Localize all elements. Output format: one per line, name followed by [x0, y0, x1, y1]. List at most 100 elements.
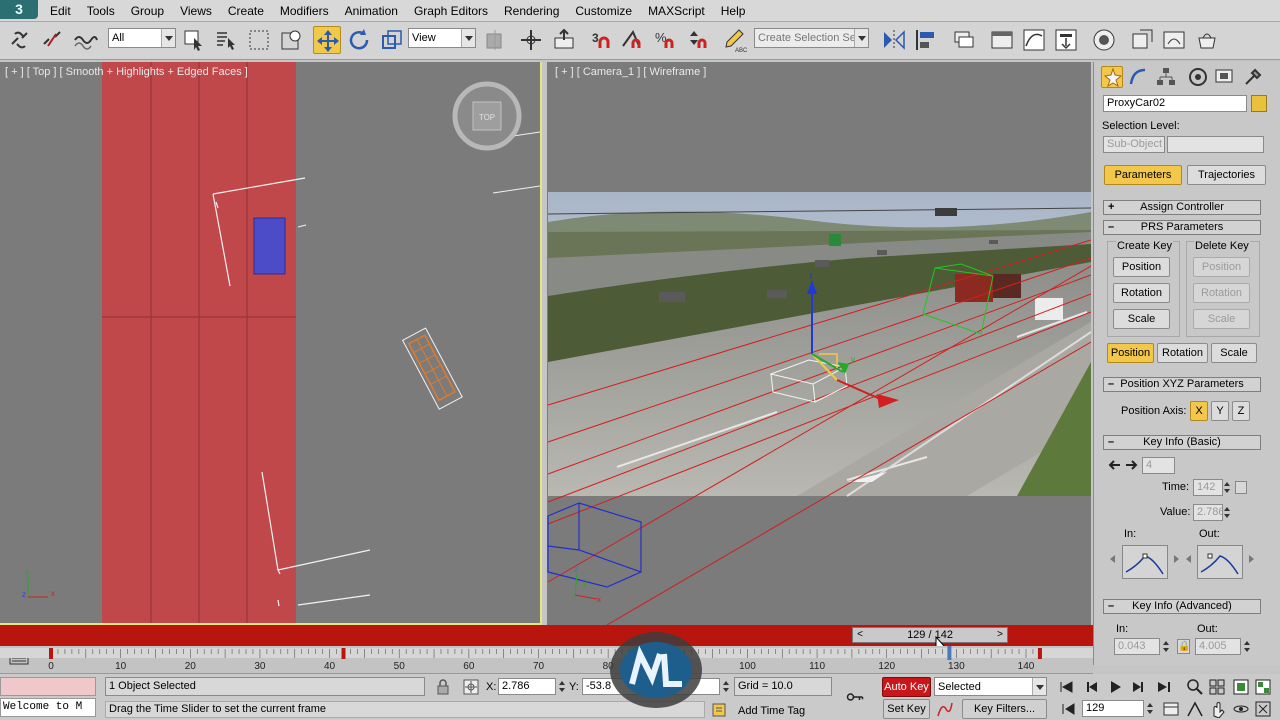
maxscript-mini-listener-top[interactable] — [0, 677, 96, 696]
mirror-icon[interactable] — [880, 26, 908, 54]
key-value-field[interactable]: 2.786 — [1193, 504, 1223, 521]
absolute-mode-icon[interactable] — [462, 678, 480, 696]
delete-rotation-key-button[interactable]: Rotation — [1193, 283, 1250, 303]
prs-mode-scale-button[interactable]: Scale — [1211, 343, 1257, 363]
animation-key[interactable] — [49, 648, 53, 659]
auto-key-button[interactable]: Auto Key — [882, 677, 931, 697]
key-info-basic-rollout[interactable]: – Key Info (Basic) — [1103, 435, 1261, 450]
camera-viewport-label[interactable]: [ + ] [ Camera_1 ] [ Wireframe ] — [555, 66, 706, 78]
previous-frame-icon[interactable] — [1083, 678, 1101, 696]
time-slider[interactable]: < 129 / 142 > — [852, 627, 1008, 643]
go-to-start-icon[interactable] — [1057, 678, 1075, 696]
select-and-scale-icon[interactable] — [378, 26, 406, 54]
object-color-swatch[interactable] — [1251, 95, 1267, 112]
render-production-icon[interactable] — [1193, 26, 1221, 54]
axis-x-button[interactable]: X — [1190, 401, 1208, 421]
next-frame-icon[interactable] — [1129, 678, 1147, 696]
menu-views[interactable]: Views — [172, 0, 220, 22]
key-filter-selection-select[interactable]: Selected — [934, 677, 1047, 696]
curve-editor-icon[interactable] — [1020, 26, 1048, 54]
render-setup-icon[interactable] — [1128, 26, 1156, 54]
maxscript-mini-listener[interactable]: Welcome to M — [0, 698, 96, 717]
tab-trajectories[interactable]: Trajectories — [1187, 165, 1266, 185]
menu-customize[interactable]: Customize — [567, 0, 640, 22]
menu-create[interactable]: Create — [220, 0, 272, 22]
axis-z-button[interactable]: Z — [1232, 401, 1250, 421]
menu-tools[interactable]: Tools — [79, 0, 123, 22]
schematic-view-icon[interactable] — [1052, 26, 1080, 54]
track-bar[interactable]: 0102030405060708090100110120130140 — [0, 646, 1093, 674]
key-time-spinner[interactable] — [1222, 479, 1232, 496]
time-slider-prev-arrow[interactable]: < — [853, 628, 867, 642]
hierarchy-tab-icon[interactable] — [1155, 66, 1177, 88]
z-coord-spinner[interactable] — [721, 678, 731, 695]
display-tab-icon[interactable] — [1213, 66, 1235, 88]
key-time-field[interactable]: 142 — [1193, 479, 1223, 496]
select-by-name-icon[interactable] — [212, 26, 240, 54]
animation-key[interactable] — [1037, 648, 1042, 659]
out-tangent-prev-arrow[interactable] — [1186, 555, 1191, 563]
zoom-extents-all-icon[interactable] — [1254, 678, 1272, 696]
in-tangent-button[interactable] — [1122, 545, 1168, 579]
out-tangent-next-arrow[interactable] — [1249, 555, 1254, 563]
rendered-frame-icon[interactable] — [1160, 26, 1188, 54]
current-frame-spinner[interactable] — [1145, 700, 1155, 717]
utilities-tab-icon[interactable] — [1242, 66, 1264, 88]
zoom-icon[interactable] — [1186, 678, 1204, 696]
edit-named-selections-icon[interactable]: ABC — [721, 26, 749, 54]
select-and-rotate-icon[interactable] — [345, 26, 373, 54]
advanced-in-field[interactable]: 0.043 — [1114, 638, 1160, 655]
menu-group[interactable]: Group — [123, 0, 172, 22]
key-value-spinner[interactable] — [1222, 504, 1232, 521]
advanced-in-spinner[interactable] — [1161, 638, 1171, 655]
time-slider-next-arrow[interactable]: > — [993, 628, 1007, 642]
material-editor-icon[interactable] — [1090, 26, 1118, 54]
position-xyz-parameters-rollout[interactable]: – Position XYZ Parameters — [1103, 377, 1261, 392]
add-time-tag[interactable]: Add Time Tag — [738, 705, 805, 717]
rectangular-region-icon[interactable] — [245, 26, 273, 54]
spinner-snap-icon[interactable] — [684, 26, 712, 54]
application-button[interactable]: 3 — [0, 0, 38, 19]
create-position-key-button[interactable]: Position — [1113, 257, 1170, 277]
zoom-all-icon[interactable] — [1208, 678, 1226, 696]
next-key-icon[interactable] — [1122, 456, 1140, 474]
selection-lock-icon[interactable] — [434, 678, 452, 696]
layer-manager-icon[interactable] — [951, 26, 979, 54]
out-tangent-button[interactable] — [1197, 545, 1243, 579]
default-tangent-icon[interactable] — [936, 700, 954, 718]
menu-animation[interactable]: Animation — [337, 0, 406, 22]
assign-controller-rollout[interactable]: + Assign Controller — [1103, 200, 1261, 215]
delete-position-key-button[interactable]: Position — [1193, 257, 1250, 277]
named-selection-set-select[interactable]: Create Selection Se — [754, 28, 869, 48]
link-icon[interactable] — [6, 26, 34, 54]
motion-tab-icon[interactable] — [1187, 66, 1209, 88]
window-crossing-icon[interactable] — [277, 26, 305, 54]
set-key-mode-key-icon[interactable] — [846, 688, 870, 706]
in-tangent-next-arrow[interactable] — [1174, 555, 1179, 563]
modify-tab-icon[interactable] — [1127, 66, 1149, 88]
time-slider-bar[interactable]: < 129 / 142 > — [0, 625, 1093, 646]
angle-snap-icon[interactable] — [619, 26, 647, 54]
animation-key[interactable] — [341, 648, 346, 659]
advanced-lock-icon[interactable]: 🔒 — [1177, 639, 1190, 654]
key-time-lock[interactable] — [1235, 481, 1247, 494]
advanced-out-spinner[interactable] — [1242, 638, 1252, 655]
manipulate-icon[interactable] — [517, 26, 545, 54]
time-ruler[interactable]: 0102030405060708090100110120130140 — [0, 646, 1093, 674]
camera-viewport[interactable]: z y z x y [ + ] [ Camera_1 ] [ Wireframe… — [547, 62, 1091, 625]
selection-filter-select[interactable]: All — [108, 28, 176, 48]
graphite-icon[interactable] — [988, 26, 1016, 54]
go-to-end-icon[interactable] — [1155, 678, 1173, 696]
create-rotation-key-button[interactable]: Rotation — [1113, 283, 1170, 303]
set-key-button[interactable]: Set Key — [883, 699, 930, 719]
top-viewport[interactable]: TOP y x z [ + ] [ Top ] [ Smooth + Highl… — [0, 62, 542, 625]
top-viewport-label[interactable]: [ + ] [ Top ] [ Smooth + Highlights + Ed… — [5, 66, 248, 78]
prs-mode-position-button[interactable]: Position — [1107, 343, 1154, 363]
menu-help[interactable]: Help — [713, 0, 754, 22]
unlink-icon[interactable] — [38, 26, 66, 54]
delete-scale-key-button[interactable]: Scale — [1193, 309, 1250, 329]
menu-maxscript[interactable]: MAXScript — [640, 0, 713, 22]
sub-object-button[interactable]: Sub-Object — [1103, 136, 1165, 153]
zoom-extents-icon[interactable] — [1232, 678, 1250, 696]
key-info-advanced-rollout[interactable]: – Key Info (Advanced) — [1103, 599, 1261, 614]
